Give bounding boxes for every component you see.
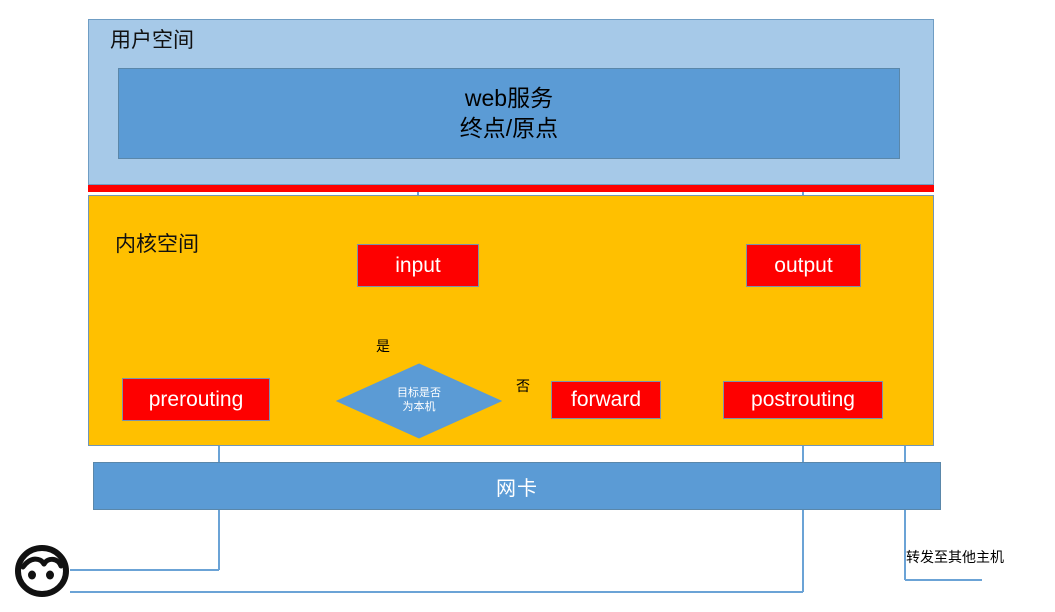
chain-box-output[interactable]: output xyxy=(746,244,861,287)
web-service-label-line1: web服务 xyxy=(464,85,554,112)
userspace-title: 用户空间 xyxy=(110,29,194,52)
chain-box-forward[interactable]: forward xyxy=(551,381,661,419)
chain-box-input[interactable]: input xyxy=(357,244,479,287)
decision-diamond[interactable]: 目标是否 为本机 xyxy=(336,363,502,439)
web-service-box[interactable]: web服务 终点/原点 xyxy=(118,68,900,159)
web-service-label-line2: 终点/原点 xyxy=(459,114,559,141)
kernelspace-title: 内核空间 xyxy=(115,233,199,256)
angry-face-icon xyxy=(14,545,70,597)
forward-to-other-host-note: 转发至其他主机 xyxy=(906,549,1004,565)
nic-label: 网卡 xyxy=(496,477,538,500)
chain-box-postrouting[interactable]: postrouting xyxy=(723,381,883,419)
userspace-kernelspace-divider xyxy=(88,185,934,192)
branch-label-yes: 是 xyxy=(376,338,390,354)
branch-label-no: 否 xyxy=(516,378,530,394)
chain-box-prerouting[interactable]: prerouting xyxy=(122,378,270,421)
nic-bar[interactable]: 网卡 xyxy=(93,462,941,510)
